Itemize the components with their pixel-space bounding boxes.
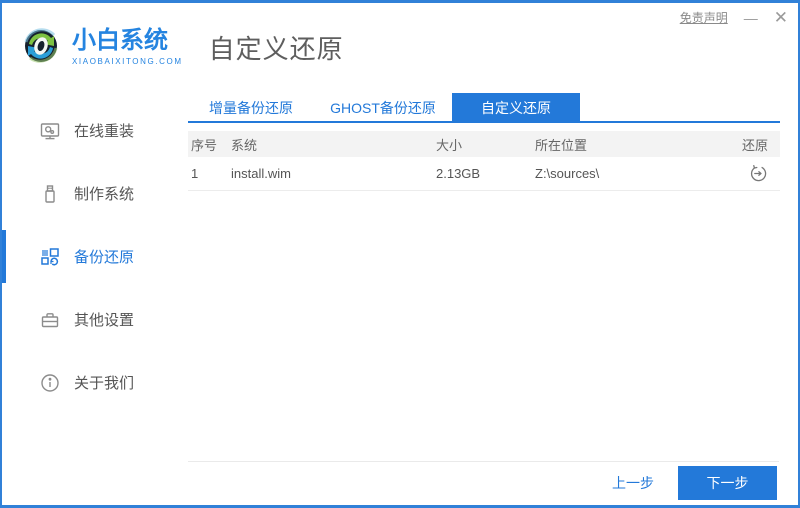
main-area: 在线重装 制作系统 备份还原 其他设置 关于我们 增量备份还原 GHOST备份还… xyxy=(2,91,798,504)
sidebar-item-about-us[interactable]: 关于我们 xyxy=(2,351,188,414)
col-header-restore: 还原 xyxy=(741,137,768,153)
next-step-button[interactable]: 下一步 xyxy=(678,466,777,500)
restore-icon[interactable] xyxy=(749,164,768,183)
cell-index: 1 xyxy=(191,166,199,181)
monitor-icon xyxy=(40,121,60,141)
logo-icon xyxy=(18,22,64,73)
app-logo: 小白系统 XIAOBAIXITONG.COM xyxy=(18,22,183,73)
cell-system: install.wim xyxy=(231,166,291,181)
app-window: 免责声明 — ✕ 小白系统 XIAOBAIXITONG.COM 自定义还原 在线… xyxy=(0,0,800,508)
col-header-size: 大小 xyxy=(436,137,463,153)
prev-step-button[interactable]: 上一步 xyxy=(612,473,654,493)
close-icon[interactable]: ✕ xyxy=(774,9,788,26)
sidebar-item-label: 备份还原 xyxy=(74,249,135,266)
sidebar-item-label: 关于我们 xyxy=(74,375,135,392)
usb-drive-icon xyxy=(40,184,60,204)
page-title: 自定义还原 xyxy=(208,33,344,64)
window-controls: 免责声明 — ✕ xyxy=(680,9,788,26)
logo-title: 小白系统 xyxy=(72,27,168,55)
sidebar-item-online-reinstall[interactable]: 在线重装 xyxy=(2,99,188,162)
tab-incremental-backup-restore[interactable]: 增量备份还原 xyxy=(188,93,314,123)
footer: 上一步 下一步 xyxy=(612,466,777,500)
briefcase-icon xyxy=(40,310,60,330)
content-area: 增量备份还原 GHOST备份还原 自定义还原 序号 系统 大小 所在位置 还原 … xyxy=(188,91,798,504)
sidebar: 在线重装 制作系统 备份还原 其他设置 关于我们 xyxy=(2,91,188,504)
tab-ghost-backup-restore[interactable]: GHOST备份还原 xyxy=(314,93,452,123)
tab-bar: 增量备份还原 GHOST备份还原 自定义还原 xyxy=(188,93,780,123)
sidebar-item-label: 在线重装 xyxy=(74,123,135,140)
sidebar-item-other-settings[interactable]: 其他设置 xyxy=(2,288,188,351)
disclaimer-link[interactable]: 免责声明 xyxy=(680,9,728,26)
sidebar-item-backup-restore[interactable]: 备份还原 xyxy=(2,225,188,288)
cell-size: 2.13GB xyxy=(436,166,481,181)
tab-custom-restore[interactable]: 自定义还原 xyxy=(452,93,580,123)
sidebar-item-label: 制作系统 xyxy=(74,186,135,203)
logo-text: 小白系统 XIAOBAIXITONG.COM xyxy=(72,28,183,65)
table-header-row: 序号 系统 大小 所在位置 还原 xyxy=(188,131,780,157)
minimize-icon[interactable]: — xyxy=(744,11,758,25)
sidebar-item-label: 其他设置 xyxy=(74,312,135,329)
header: 小白系统 XIAOBAIXITONG.COM 自定义还原 xyxy=(2,3,798,91)
table-row: 1 install.wim 2.13GB Z:\sources\ xyxy=(188,157,780,191)
col-header-index: 序号 xyxy=(191,137,218,153)
info-icon xyxy=(40,373,60,393)
col-header-location: 所在位置 xyxy=(535,137,588,153)
sidebar-item-make-system[interactable]: 制作系统 xyxy=(2,162,188,225)
footer-divider xyxy=(188,461,779,462)
backup-grid-icon xyxy=(40,247,60,267)
backup-table: 序号 系统 大小 所在位置 还原 1 install.wim 2.13GB Z:… xyxy=(188,131,780,191)
col-header-system: 系统 xyxy=(231,137,258,153)
logo-subtitle: XIAOBAIXITONG.COM xyxy=(72,56,183,66)
cell-location: Z:\sources\ xyxy=(535,166,600,181)
